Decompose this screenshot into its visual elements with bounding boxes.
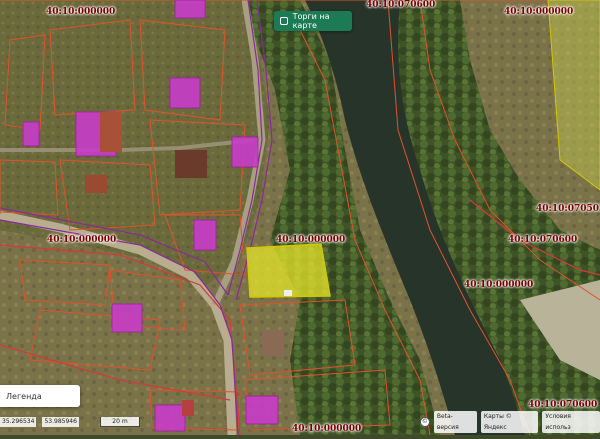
- map-canvas[interactable]: 40:10:000000 40:10:070600 40:10:000000 4…: [0, 0, 600, 436]
- cadastral-label: 40:10:000000: [47, 235, 117, 245]
- coord-x: 35.296534: [0, 417, 37, 427]
- cadastral-label: 40:10:000000: [292, 424, 362, 434]
- scale-label: 20 m: [112, 418, 128, 425]
- selected-parcel[interactable]: [246, 243, 331, 298]
- cadastral-label: 40:10:000000: [276, 235, 346, 245]
- satellite-map[interactable]: [0, 0, 600, 436]
- scale-bar: 20 m: [100, 417, 140, 427]
- cadastral-label: 40:10:070600: [528, 400, 598, 410]
- coord-y: 53.985946: [42, 417, 79, 427]
- cadastral-label: 40:10:070503: [536, 204, 600, 214]
- torgi-label: Торги на карте: [292, 12, 330, 30]
- cadastral-label: 40:10:070600: [366, 0, 436, 10]
- cadastral-label: 40:10:000000: [46, 7, 116, 17]
- legend-label: Легенда: [6, 391, 42, 401]
- maps-attribution[interactable]: Карты © Яндекс: [480, 410, 539, 433]
- cadastral-label: 40:10:070600: [508, 235, 578, 245]
- attribution-bar: © Beta-версия Карты © Яндекс Условия исп…: [420, 410, 600, 433]
- coordinates-readout: 35.296534 53.985946: [0, 417, 79, 427]
- checkbox-icon[interactable]: [280, 17, 288, 25]
- terms-link[interactable]: Условия использ: [542, 410, 600, 433]
- cadastral-label: 40:10:000000: [464, 280, 534, 290]
- cadastral-label: 40:10:000000: [504, 7, 574, 17]
- copyright-icon[interactable]: ©: [420, 416, 430, 427]
- torgi-toggle[interactable]: Торги на карте: [274, 11, 352, 31]
- legend-button[interactable]: Легенда: [0, 385, 80, 407]
- beta-label[interactable]: Beta-версия: [433, 410, 477, 433]
